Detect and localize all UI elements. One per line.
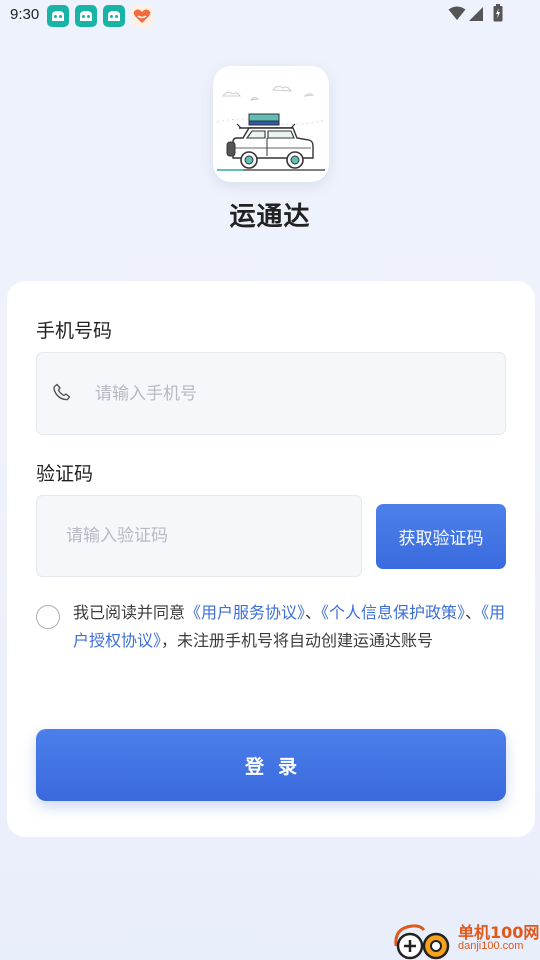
code-label: 验证码 [36, 463, 94, 485]
app-notification-icon [103, 5, 125, 27]
login-card: 手机号码 验证码 获取验证码 我已阅读并同意《用户服务协议》、《个人信息保护政策… [7, 281, 535, 837]
get-code-button[interactable]: 获取验证码 [376, 504, 506, 569]
phone-input[interactable] [93, 353, 497, 434]
app-logo [213, 66, 329, 182]
code-input[interactable] [64, 496, 358, 576]
code-field[interactable] [36, 495, 362, 577]
status-bar: 9:30 [0, 0, 540, 30]
cellular-signal-icon [469, 7, 483, 21]
watermark: 单机100网 danji100.com [390, 918, 540, 960]
agreement-separator: 、 [465, 603, 482, 622]
battery-icon [493, 4, 503, 22]
watermark-url: danji100.com [458, 940, 524, 952]
phone-field[interactable] [36, 352, 506, 435]
user-service-agreement-link[interactable]: 《用户服务协议》 [185, 603, 305, 622]
app-name: 运通达 [229, 202, 311, 232]
agreement-suffix: ，未注册手机号将自动创建运通达账号 [161, 631, 434, 650]
login-button[interactable]: 登录 [36, 729, 506, 801]
wifi-icon [448, 6, 466, 20]
watermark-logo-icon [394, 924, 450, 960]
agreement-separator: 、 [305, 603, 322, 622]
agreement-checkbox[interactable] [36, 605, 60, 629]
phone-icon [53, 383, 71, 401]
status-time: 9:30 [10, 6, 40, 23]
heart-app-icon [131, 5, 153, 27]
agreement-prefix: 我已阅读并同意 [73, 603, 186, 622]
phone-label: 手机号码 [36, 320, 113, 342]
app-notification-icon [47, 5, 69, 27]
agreement-text: 我已阅读并同意《用户服务协议》、《个人信息保护政策》、《用户授权协议》，未注册手… [73, 599, 513, 655]
app-notification-icon [75, 5, 97, 27]
privacy-policy-link[interactable]: 《个人信息保护政策》 [321, 603, 465, 622]
